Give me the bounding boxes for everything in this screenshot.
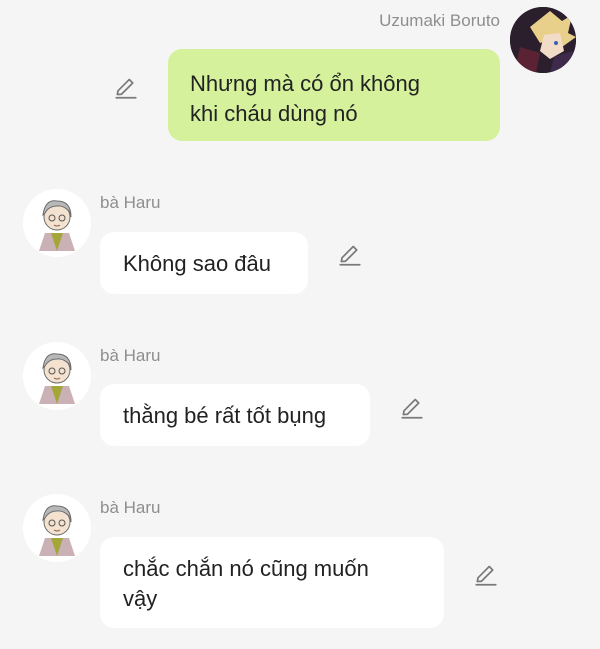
message-text-line: khi cháu dùng nó [190,101,358,126]
avatar-haru[interactable] [23,189,91,257]
edit-icon[interactable] [473,562,499,588]
avatar-haru-image [23,494,91,562]
message-text-line: thằng bé rất tốt bụng [123,403,327,428]
message-text-line: chắc chắn nó cũng muốn [123,556,369,581]
sender-name-haru: bà Haru [100,498,161,517]
message-bubble-outgoing[interactable]: Nhưng mà có ổn không khi cháu dùng nó [168,49,500,141]
edit-icon[interactable] [399,395,425,421]
avatar-haru[interactable] [23,342,91,410]
avatar-boruto-image [510,7,576,73]
message-bubble-incoming[interactable]: Không sao đâu [100,232,308,294]
message-text-line: vậy [123,586,158,611]
avatar-haru-image [23,342,91,410]
message-bubble-incoming[interactable]: thằng bé rất tốt bụng [100,384,370,446]
sender-name-boruto: Uzumaki Boruto [379,11,500,30]
sender-name-haru: bà Haru [100,346,161,365]
edit-icon[interactable] [113,75,139,101]
edit-icon[interactable] [337,242,363,268]
avatar-haru[interactable] [23,494,91,562]
message-text-line: Không sao đâu [123,251,272,276]
avatar-haru-image [23,189,91,257]
avatar-boruto[interactable] [510,7,576,73]
message-text-line: Nhưng mà có ổn không [190,71,420,96]
sender-name-haru: bà Haru [100,193,161,212]
message-bubble-incoming[interactable]: chắc chắn nó cũng muốn vậy [100,537,444,628]
